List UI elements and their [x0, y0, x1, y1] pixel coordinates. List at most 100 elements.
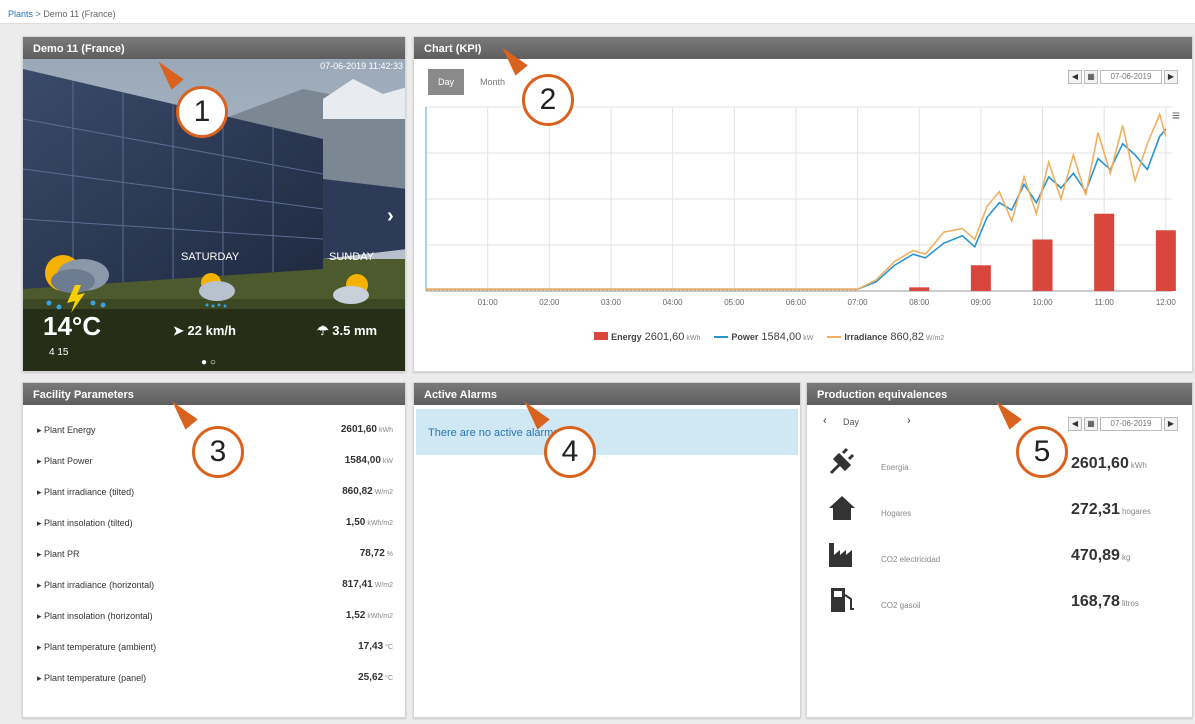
equivalence-row: CO2 gasoil 168,78 litros [827, 585, 1177, 621]
x-tick-label: 06:00 [786, 298, 807, 307]
x-tick-label: 04:00 [663, 298, 684, 307]
umbrella-icon: ☂ [317, 323, 333, 338]
equivalence-value: 470,89 kg [1071, 547, 1131, 564]
equivalences-next-button[interactable]: ▶ [1164, 417, 1178, 431]
energy-bar [1155, 230, 1176, 291]
plant-weather-panel: Demo 11 (France) 07-06-2019 11:42:33 › S… [22, 36, 406, 372]
parameter-value: 2601,60 kWh [340, 424, 393, 435]
next-slide-arrow[interactable]: › [387, 205, 394, 228]
plug-icon [827, 447, 857, 480]
x-tick-label: 02:00 [539, 298, 560, 307]
parameter-value: 817,41 W/m2 [342, 579, 393, 590]
legend-energy-unit: kWh [686, 335, 701, 342]
active-alarms-panel: Active Alarms There are no active alarms [413, 382, 801, 718]
rain-amount: 3.5 mm [332, 323, 378, 338]
equivalence-label: Hogares [881, 509, 912, 518]
calendar-icon[interactable]: ▦ [1084, 70, 1098, 84]
equivalence-value: 2601,60 kWh [1071, 455, 1147, 472]
legend-energy[interactable]: Energy 2601,60 kWh [594, 331, 700, 343]
wind-speed: 22 km/h [187, 323, 236, 338]
equivalence-value: 168,78 litros [1071, 593, 1139, 610]
callout-2: 2 [522, 74, 574, 126]
equivalences-calendar-icon[interactable]: ▦ [1084, 417, 1098, 431]
callout-4: 4 [544, 426, 596, 478]
alarms-panel-title: Active Alarms [414, 383, 800, 405]
energy-bar [1032, 239, 1053, 291]
legend-power[interactable]: Power 1584,00 kW [714, 331, 813, 343]
equivalences-date-nav: ◀ ▦ 07-06-2019 ▶ [1068, 417, 1178, 431]
chart-date-field[interactable]: 07-06-2019 [1100, 70, 1162, 84]
legend-energy-value: 2601,60 [644, 331, 685, 343]
storm-weather-icon [35, 245, 115, 316]
parameter-value: 1,52 kWh/m2 [345, 610, 393, 621]
rain-info: ☂ 3.5 mm [317, 323, 377, 339]
current-temperature: 14°C [43, 311, 102, 341]
legend-irradiance[interactable]: Irradiance 860,82 W/m2 [827, 331, 944, 343]
forecast-day-1: SATURDAY [181, 251, 240, 263]
equivalence-row: CO2 electricidad 470,89 kg [827, 539, 1177, 575]
plant-panel-title: Demo 11 (France) [23, 37, 405, 59]
x-tick-label: 03:00 [601, 298, 622, 307]
chart-panel-title: Chart (KPI) [414, 37, 1192, 59]
energy-bar [970, 265, 991, 291]
equivalence-label: CO2 electricidad [881, 555, 941, 564]
parameter-value: 25,62 °C [358, 672, 393, 683]
facility-panel-title: Facility Parameters [23, 383, 405, 405]
legend-energy-swatch [594, 332, 608, 340]
period-label: Day [843, 417, 860, 427]
chart-legend: Energy 2601,60 kWh Power 1584,00 kW Irradian… [594, 331, 944, 343]
equivalences-prev-button[interactable]: ◀ [1068, 417, 1082, 431]
forecast-day-2: SUNDAY [329, 251, 375, 263]
parameter-label: ▸ Plant Energy [37, 425, 96, 435]
x-tick-label: 10:00 [1033, 298, 1054, 307]
legend-irradiance-swatch [827, 336, 842, 339]
chart-prev-button[interactable]: ◀ [1068, 70, 1082, 84]
production-equivalences-panel: Production equivalences ‹ Day › ◀ ▦ 07-0… [806, 382, 1193, 718]
x-tick-label: 12:00 [1156, 298, 1177, 307]
x-tick-label: 01:00 [478, 298, 499, 307]
callout-3: 3 [192, 426, 244, 478]
breadcrumb-current: Demo 11 (France) [43, 9, 116, 19]
callout-5: 5 [1016, 426, 1068, 478]
fuel-pump-icon [827, 585, 857, 618]
legend-irradiance-name: Irradiance [844, 332, 888, 342]
legend-power-unit: kW [803, 335, 814, 342]
breadcrumb-plants-link[interactable]: Plants [8, 9, 33, 19]
equivalences-date-field[interactable]: 07-06-2019 [1100, 417, 1162, 431]
equivalence-label: Energia [881, 463, 909, 472]
energy-bar [909, 287, 930, 291]
equivalence-value: 272,31 hogares [1071, 501, 1151, 518]
partly-cloudy-rain-icon [191, 269, 241, 312]
callout-1: 1 [176, 86, 228, 138]
x-tick-label: 09:00 [971, 298, 992, 307]
legend-power-swatch [714, 336, 729, 339]
house-icon [827, 493, 857, 526]
x-tick-label: 07:00 [848, 298, 869, 307]
carousel-dots[interactable]: ● ○ [201, 357, 216, 368]
parameter-label: ▸ Plant irradiance (horizontal) [37, 580, 155, 590]
parameter-label: ▸ Plant temperature (panel) [37, 673, 147, 683]
partly-cloudy-icon [329, 269, 379, 312]
period-next-button[interactable]: › [907, 415, 911, 427]
parameter-label: ▸ Plant irradiance (tilted) [37, 487, 135, 497]
tab-month[interactable]: Month [470, 69, 515, 95]
legend-power-name: Power [731, 332, 759, 342]
factory-icon [827, 539, 857, 572]
chart-next-button[interactable]: ▶ [1164, 70, 1178, 84]
legend-energy-name: Energy [611, 332, 642, 342]
period-prev-button[interactable]: ‹ [823, 415, 827, 427]
no-alarms-message: There are no active alarms [416, 409, 798, 455]
temperature-range: 4 15 [49, 347, 69, 358]
equivalence-label: CO2 gasoil [881, 601, 921, 610]
parameter-value: 1,50 kWh/m2 [345, 517, 393, 528]
breadcrumb-separator: > [35, 9, 41, 19]
tab-day[interactable]: Day [428, 69, 465, 95]
legend-irradiance-unit: W/m2 [926, 335, 945, 342]
equivalence-row: Hogares 272,31 hogares [827, 493, 1177, 529]
chart-date-nav: ◀ ▦ 07-06-2019 ▶ [1068, 70, 1178, 84]
parameter-label: ▸ Plant PR [37, 549, 80, 559]
breadcrumb: Plants > Demo 11 (France) [0, 0, 1195, 24]
parameter-value: 78,72% [359, 548, 393, 559]
wind-info: ➤ 22 km/h [173, 323, 236, 339]
x-tick-label: 11:00 [1094, 298, 1114, 307]
